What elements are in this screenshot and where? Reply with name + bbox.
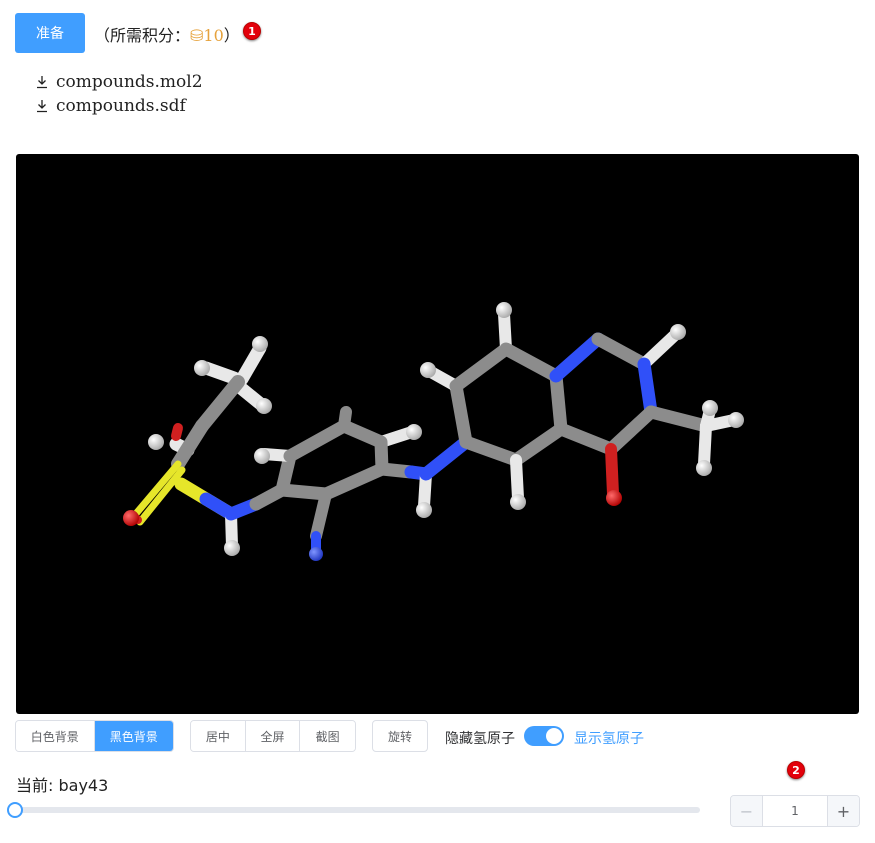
- slider-handle[interactable]: [7, 802, 23, 818]
- background-toggle: 白色背景 黑色背景: [15, 720, 174, 752]
- current-compound: 当前: bay43: [16, 776, 109, 795]
- black-background-button[interactable]: 黑色背景: [94, 721, 173, 751]
- step-badge-1: 1: [243, 22, 261, 40]
- screenshot-button[interactable]: 截图: [300, 721, 355, 751]
- coin-amount: ⛁10: [190, 26, 224, 45]
- download-icon: [37, 76, 47, 89]
- show-hydrogen-label: 显示氢原子: [574, 731, 644, 747]
- download-label: compounds.mol2: [56, 72, 203, 92]
- cost-prefix: （所需积分：: [94, 26, 191, 45]
- compound-slider[interactable]: [15, 807, 700, 813]
- download-link-mol2[interactable]: compounds.mol2: [36, 72, 203, 92]
- download-label: compounds.sdf: [56, 96, 186, 116]
- hydrogen-toggle-switch[interactable]: [524, 726, 564, 746]
- molecule-render: [123, 302, 744, 561]
- switch-knob: [546, 728, 562, 744]
- decrement-button[interactable]: −: [731, 796, 763, 826]
- center-button[interactable]: 居中: [191, 721, 246, 751]
- white-background-button[interactable]: 白色背景: [16, 721, 95, 751]
- cost-suffix: ）: [223, 26, 240, 45]
- download-icon: [37, 100, 47, 113]
- view-actions: 居中 全屏 截图: [190, 720, 356, 752]
- step-badge-2: 2: [787, 761, 805, 779]
- hide-hydrogen-label: 隐藏氢原子: [445, 731, 515, 747]
- download-link-sdf[interactable]: compounds.sdf: [36, 96, 186, 116]
- molecule-viewer[interactable]: [16, 154, 859, 714]
- increment-button[interactable]: +: [827, 796, 859, 826]
- rotate-button[interactable]: 旋转: [372, 720, 428, 752]
- points-required: （所需积分：⛁10）: [94, 22, 240, 46]
- index-input[interactable]: [763, 796, 827, 826]
- prepare-button[interactable]: 准备: [15, 13, 85, 53]
- compound-index-stepper: − +: [730, 795, 860, 827]
- fullscreen-button[interactable]: 全屏: [245, 721, 301, 751]
